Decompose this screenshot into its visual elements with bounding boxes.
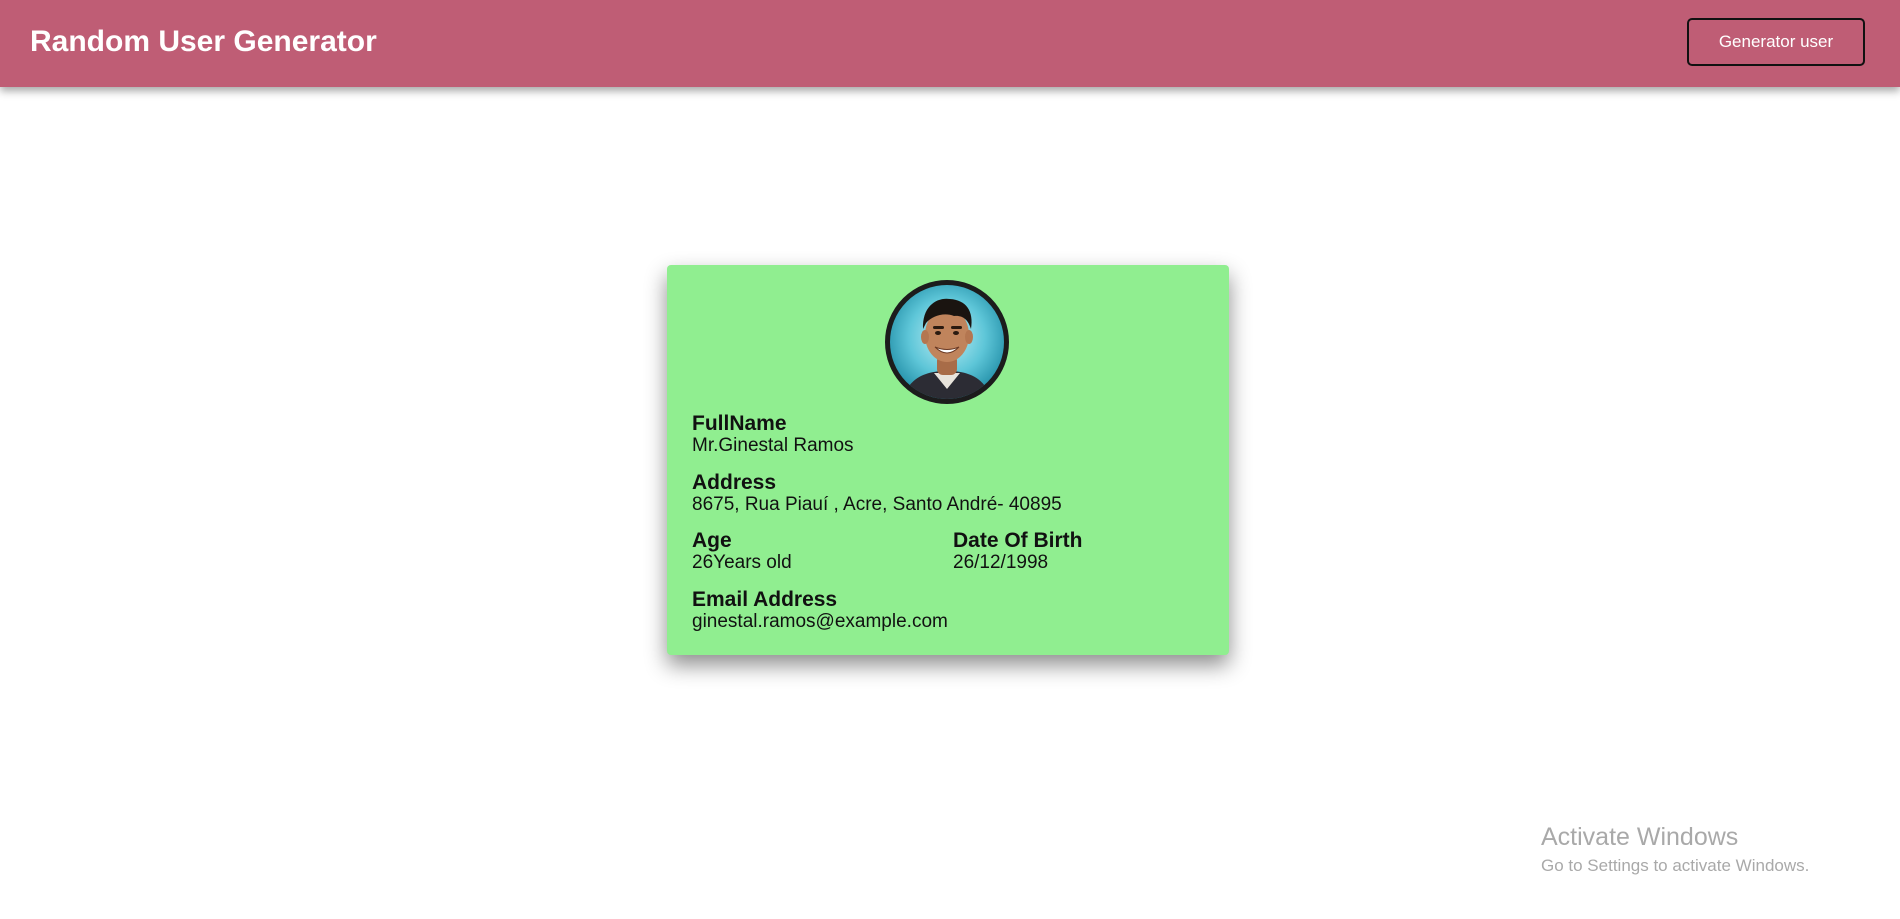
dob-label: Date Of Birth — [953, 529, 1083, 552]
user-avatar — [885, 280, 1009, 404]
generate-user-button[interactable]: Generator user — [1687, 18, 1865, 66]
person-photo-icon — [902, 298, 992, 399]
dob-value: 26/12/1998 — [953, 552, 1049, 573]
address-label: Address — [692, 471, 777, 494]
email-value: ginestal.ramos@example.com — [692, 611, 948, 632]
user-card: FullName Mr.Ginestal Ramos Address 8675,… — [667, 265, 1229, 655]
fullname-label: FullName — [692, 412, 787, 435]
address-value: 8675, Rua Piauí , Acre, Santo André- 408… — [692, 494, 1062, 515]
age-value: 26Years old — [692, 552, 792, 573]
app-title: Random User Generator — [30, 25, 377, 58]
age-label: Age — [692, 529, 732, 552]
activate-windows-title: Activate Windows — [1541, 823, 1739, 851]
activate-windows-subtitle: Go to Settings to activate Windows. — [1541, 856, 1810, 875]
email-label: Email Address — [692, 588, 838, 611]
fullname-value: Mr.Ginestal Ramos — [692, 435, 854, 456]
navbar: Random User Generator Generator user — [0, 0, 1900, 87]
